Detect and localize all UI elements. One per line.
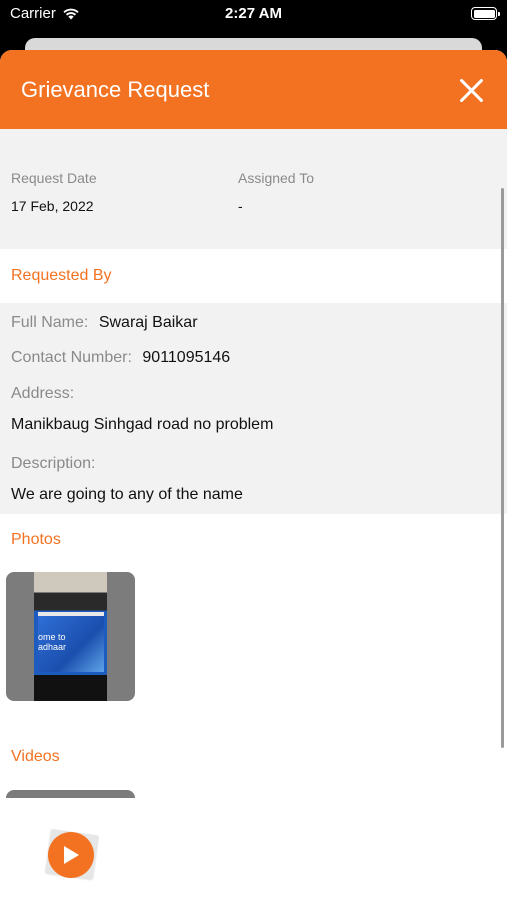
videos-heading: Videos <box>11 748 60 765</box>
status-time: 2:27 AM <box>225 5 282 22</box>
photo-image: ome to adhaar <box>34 572 107 701</box>
request-date-value: 17 Feb, 2022 <box>11 198 94 214</box>
contact-label: Contact Number: <box>11 349 132 366</box>
video-thumbnail[interactable] <box>6 790 135 798</box>
full-name-label: Full Name: <box>11 314 89 331</box>
battery-icon <box>471 7 500 20</box>
contact-value: 9011095146 <box>142 349 231 366</box>
contact-row: Contact Number: 9011095146 <box>11 349 230 367</box>
photo-thumbnail[interactable]: ome to adhaar <box>6 572 135 701</box>
address-label: Address: <box>11 385 75 402</box>
sheet-header: Grievance Request <box>0 50 507 129</box>
photo-thumbnail-text: ome to adhaar <box>38 632 67 652</box>
request-info: Request Date 17 Feb, 2022 Assigned To - <box>0 129 507 249</box>
play-icon[interactable] <box>48 832 94 878</box>
page-title: Grievance Request <box>21 76 210 102</box>
address-value: Manikbaug Sinhgad road no problem <box>11 416 274 433</box>
description-label: Description: <box>11 455 96 472</box>
requester-details: Full Name: Swaraj Baikar Contact Number:… <box>0 303 507 514</box>
assigned-to-value: - <box>238 198 243 214</box>
requested-by-heading: Requested By <box>0 249 507 303</box>
full-name-value: Swaraj Baikar <box>98 314 198 331</box>
assigned-to-label: Assigned To <box>238 170 315 186</box>
grievance-request-sheet: Grievance Request Request Date 17 Feb, 2… <box>0 50 507 900</box>
status-bar: Carrier 2:27 AM <box>0 0 507 30</box>
request-date-label: Request Date <box>11 170 97 186</box>
close-icon[interactable] <box>455 74 487 106</box>
photos-heading: Photos <box>11 531 61 548</box>
scrollbar[interactable] <box>501 188 504 748</box>
description-value: We are going to any of the name <box>11 486 243 503</box>
full-name-row: Full Name: Swaraj Baikar <box>11 314 198 332</box>
